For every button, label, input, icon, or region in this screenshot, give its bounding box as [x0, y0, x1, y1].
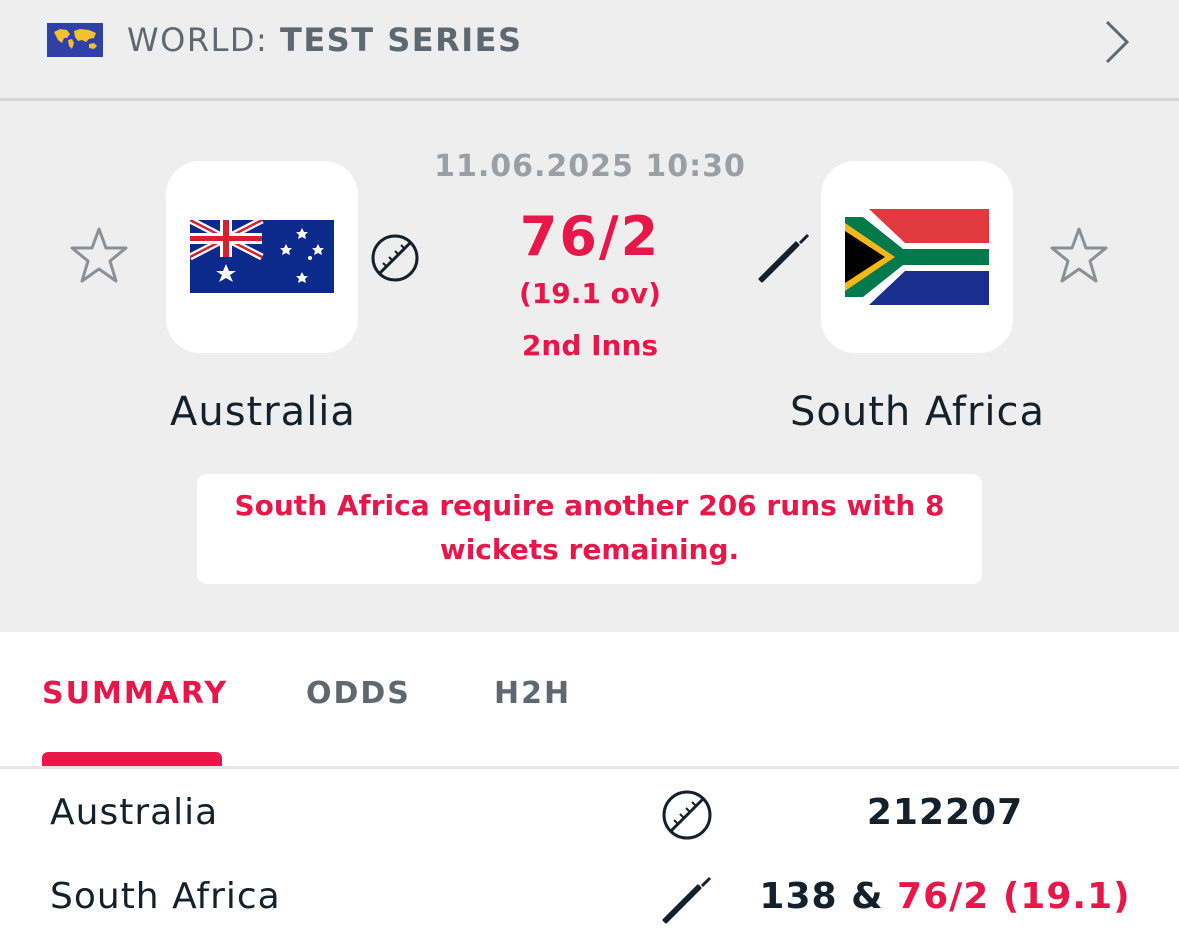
scoreboard-score-text: 212207	[866, 792, 1024, 833]
australia-flag-icon	[190, 220, 334, 293]
overs: (19.1 ov)	[519, 277, 661, 310]
scoreboard-score: 212207	[740, 792, 1150, 833]
tab-h2h[interactable]: H2H	[494, 676, 571, 711]
world-flag-icon	[47, 23, 103, 57]
match-header: Australia 11.06.2025 10:30 76/2 (19.1 ov…	[0, 101, 1179, 632]
tab-bar: SUMMARY ODDS H2H	[0, 632, 1179, 769]
away-team-name[interactable]: South Africa	[790, 389, 1045, 435]
innings-label: 2nd Inns	[521, 329, 659, 362]
tab-summary[interactable]: SUMMARY	[42, 676, 228, 711]
scoreboard-team-name: South Africa	[50, 876, 281, 917]
home-team-logo[interactable]	[166, 161, 358, 353]
active-tab-indicator	[42, 752, 222, 766]
chevron-right-icon[interactable]	[1099, 16, 1135, 68]
match-datetime: 11.06.2025 10:30	[434, 149, 746, 184]
scoreboard-team-name: Australia	[50, 792, 219, 833]
south-africa-flag-icon	[845, 209, 989, 305]
competition-title: WORLD: TEST SERIES	[127, 20, 523, 60]
competition-header[interactable]: WORLD: TEST SERIES	[0, 0, 1179, 101]
competition-country: WORLD:	[127, 21, 269, 59]
cricket-bat-icon	[758, 233, 810, 283]
cricket-bat-icon	[662, 876, 712, 924]
match-status-box: South Africa require another 206 runs wi…	[197, 474, 982, 584]
match-status-text: South Africa require another 206 runs wi…	[234, 489, 945, 566]
scoreboard-score-text: 138 &	[759, 876, 898, 917]
competition-name: TEST SERIES	[279, 21, 523, 59]
live-score: 76/2	[519, 205, 661, 268]
cricket-ball-icon	[371, 234, 419, 282]
favorite-star-icon-home[interactable]	[68, 225, 130, 287]
cricket-ball-icon	[662, 790, 712, 840]
away-team-logo[interactable]	[821, 161, 1013, 353]
scoreboard-row-away: South Africa 138 & 76/2 (19.1)	[0, 856, 1179, 940]
scoreboard-live-score: 76/2 (19.1)	[897, 876, 1131, 917]
scoreboard-score: 138 & 76/2 (19.1)	[740, 876, 1150, 917]
tab-odds[interactable]: ODDS	[306, 676, 411, 711]
favorite-star-icon-away[interactable]	[1048, 225, 1110, 287]
scoreboard-row-home: Australia 212207	[0, 772, 1179, 856]
home-team-name[interactable]: Australia	[170, 389, 356, 435]
